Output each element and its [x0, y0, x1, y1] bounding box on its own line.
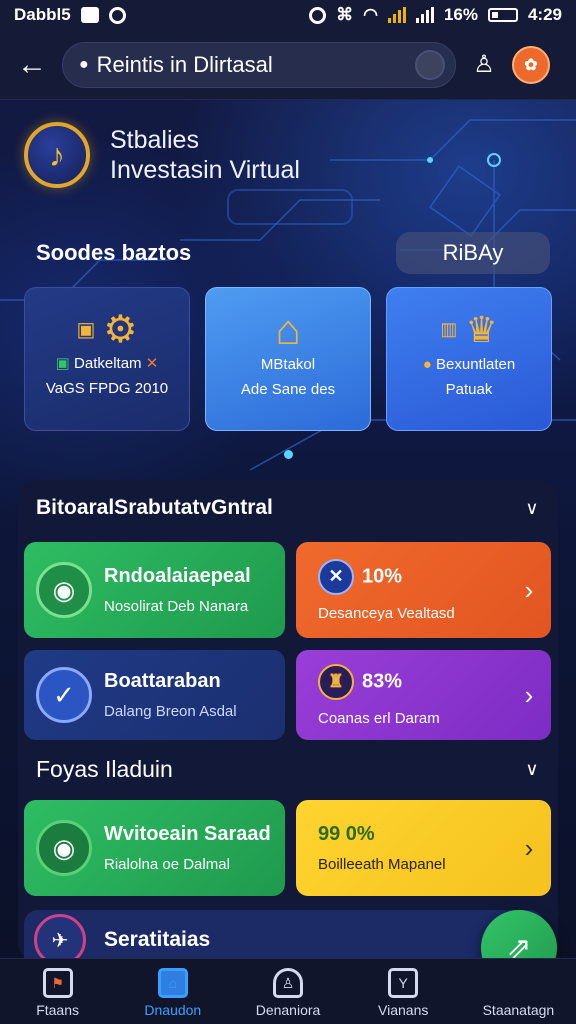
chevron-down-icon[interactable]: ∨ — [520, 498, 544, 519]
status-bar: Dabbl5 ⌘ ◠ 16% 4:29 — [0, 0, 576, 30]
signal-icon — [387, 7, 406, 23]
shield-check-icon: ✓ — [36, 667, 92, 723]
profile-icon[interactable]: ♙ — [468, 49, 500, 81]
tile-purple[interactable]: ♜ 83% Coanas erl Daram › — [296, 650, 551, 740]
tile-subtitle: Nosolirat Deb Nanara — [104, 598, 249, 615]
nav-item-1[interactable]: ⚑ Ftaans — [0, 959, 115, 1024]
tile-title: Rndoalaiaepeal — [104, 565, 251, 587]
chevron-right-icon[interactable]: › — [519, 680, 539, 711]
flag-icon: ⚑ — [42, 968, 73, 998]
vibrate-icon: ⌘ — [336, 5, 354, 24]
brand-line-1: Stbalies — [110, 126, 199, 154]
home-icon: ⌂ — [157, 968, 188, 998]
tile-title: Boattaraban — [104, 670, 221, 692]
featured-header: Soodes baztos RiBAy — [36, 232, 550, 274]
tile-title-row: ♜ 83% — [318, 663, 507, 700]
document-icon: Y — [388, 968, 419, 998]
card-2-line-1: MBtakol — [260, 355, 316, 373]
card-3-line-2: Patuak — [445, 380, 493, 398]
carrier-label: Dabbl5 — [14, 5, 71, 24]
tile-title: 99 0% — [318, 823, 375, 845]
tile-yellow[interactable]: 99 0% Boilleeath Mapanel › — [296, 800, 551, 896]
chest-icon: ▣ — [76, 318, 96, 341]
cup-icon: ♜ — [318, 663, 354, 700]
brand-header: ♪ Stbalies Investasin Virtual — [24, 122, 300, 188]
tile-navy[interactable]: ✓ Boattaraban Dalang Breon Asdal — [24, 650, 285, 740]
tile-green-2[interactable]: ◉ Wvitoeain Saraad Rialolna oe Dalmal — [24, 800, 285, 896]
chevron-right-icon[interactable]: › — [519, 575, 539, 606]
search-bar[interactable]: ● — [62, 41, 456, 88]
tile-subtitle: Dalang Breon Asdal — [104, 703, 237, 720]
featured-card-1[interactable]: ▣ ⚙ ▣ Datkeltam ✕ VaGS FPDG 2010 — [24, 287, 190, 431]
featured-cards: ▣ ⚙ ▣ Datkeltam ✕ VaGS FPDG 2010 ⌂ MBtak… — [24, 287, 552, 431]
wifi-shield-icon: ◉ — [36, 562, 92, 618]
featured-filter-pill[interactable]: RiBAy — [396, 232, 550, 274]
avatar[interactable]: ✿ — [512, 45, 550, 84]
tile-subtitle: Desanceya Vealtasd — [318, 604, 455, 622]
back-arrow-icon[interactable]: ← — [14, 47, 50, 83]
trophy-icon: ♛ — [465, 308, 498, 350]
tile-subtitle: Rialolna oe Dalmal — [104, 856, 230, 873]
nav-label: Vianans — [378, 1002, 429, 1018]
nav-item-5[interactable]: Staanatagn — [461, 959, 576, 1024]
nav-label: Staanatagn — [482, 1002, 555, 1018]
gear-icon: ⚙ — [103, 308, 138, 351]
settings-icon — [503, 968, 533, 998]
alarm-icon — [309, 6, 327, 24]
person-icon: ♙ — [273, 968, 303, 998]
card-3-line-1: ● Bexuntlaten — [422, 355, 516, 373]
card-1-line-1: ▣ Datkeltam ✕ — [55, 354, 159, 372]
tile-orange[interactable]: ✕ 10% Desanceya Vealtasd › — [296, 542, 551, 638]
section-2-title: Foyas Iladuin — [36, 756, 173, 782]
wifi-shield-icon: ◉ — [36, 820, 92, 876]
tile-green-1[interactable]: ◉ Rndoalaiaepeal Nosolirat Deb Nanara — [24, 542, 285, 638]
tile-title: 83% — [362, 670, 403, 692]
tile-title-row: ✕ 10% — [318, 558, 507, 595]
section-2-header[interactable]: Foyas Iladuin ∨ — [36, 756, 544, 783]
tile-title: 10% — [362, 565, 403, 587]
peek-title: Seratitaias — [104, 928, 211, 951]
cat-notification-icon — [108, 6, 126, 24]
tile-title: Wvitoeain Saraad — [104, 823, 271, 845]
notification-icon — [80, 7, 99, 23]
carousel-indicator[interactable] — [284, 450, 293, 459]
signal-icon-2 — [415, 7, 434, 23]
card-1-line-2: VaGS FPDG 2010 — [45, 379, 169, 397]
section-1-title: BitoaralSrabutatvGntral — [36, 496, 273, 519]
card-2-line-2: Ade Sane des — [240, 380, 336, 398]
search-action-icon[interactable] — [415, 49, 445, 80]
wifi-icon: ◠ — [363, 5, 378, 24]
tile-subtitle: Boilleeath Mapanel — [318, 856, 446, 873]
nav-item-3[interactable]: ♙ Denaniora — [230, 959, 345, 1024]
nav-item-4[interactable]: Y Vianans — [346, 959, 461, 1024]
nav-label: Ftaans — [36, 1002, 79, 1018]
chevron-down-icon[interactable]: ∨ — [520, 759, 544, 780]
tile-subtitle: Coanas erl Daram — [318, 709, 440, 727]
buildings-icon: ▥ — [440, 318, 458, 339]
app-screen: Dabbl5 ⌘ ◠ 16% 4:29 ← ● ♙ ✿ ♪ Stbalies — [0, 0, 576, 1024]
badge-icon: ✕ — [318, 558, 354, 595]
nav-label: Denaniora — [255, 1002, 321, 1018]
chevron-right-icon[interactable]: › — [519, 833, 539, 864]
nav-label: Dnaudon — [144, 1002, 202, 1018]
featured-card-3[interactable]: ▥ ♛ ● Bexuntlaten Patuak — [386, 287, 552, 431]
brand-line-2: Investasin Virtual — [110, 156, 300, 184]
battery-icon — [487, 8, 518, 22]
top-bar: ← ● ♙ ✿ — [0, 30, 576, 100]
featured-title: Soodes baztos — [36, 240, 192, 265]
brand-logo-icon: ♪ — [24, 122, 90, 188]
chart-house-icon: ⌂ — [275, 305, 301, 353]
clock: 4:29 — [527, 5, 562, 24]
nav-item-2[interactable]: ⌂ Dnaudon — [115, 959, 230, 1024]
section-1-header[interactable]: BitoaralSrabutatvGntral ∨ — [36, 496, 544, 520]
search-input[interactable] — [96, 51, 407, 78]
featured-card-2[interactable]: ⌂ MBtakol Ade Sane des — [205, 287, 371, 431]
location-pin-icon: ● — [79, 55, 89, 73]
bottom-nav: ⚑ Ftaans ⌂ Dnaudon ♙ Denaniora Y Vianans… — [0, 958, 576, 1024]
battery-percent: 16% — [443, 5, 478, 24]
